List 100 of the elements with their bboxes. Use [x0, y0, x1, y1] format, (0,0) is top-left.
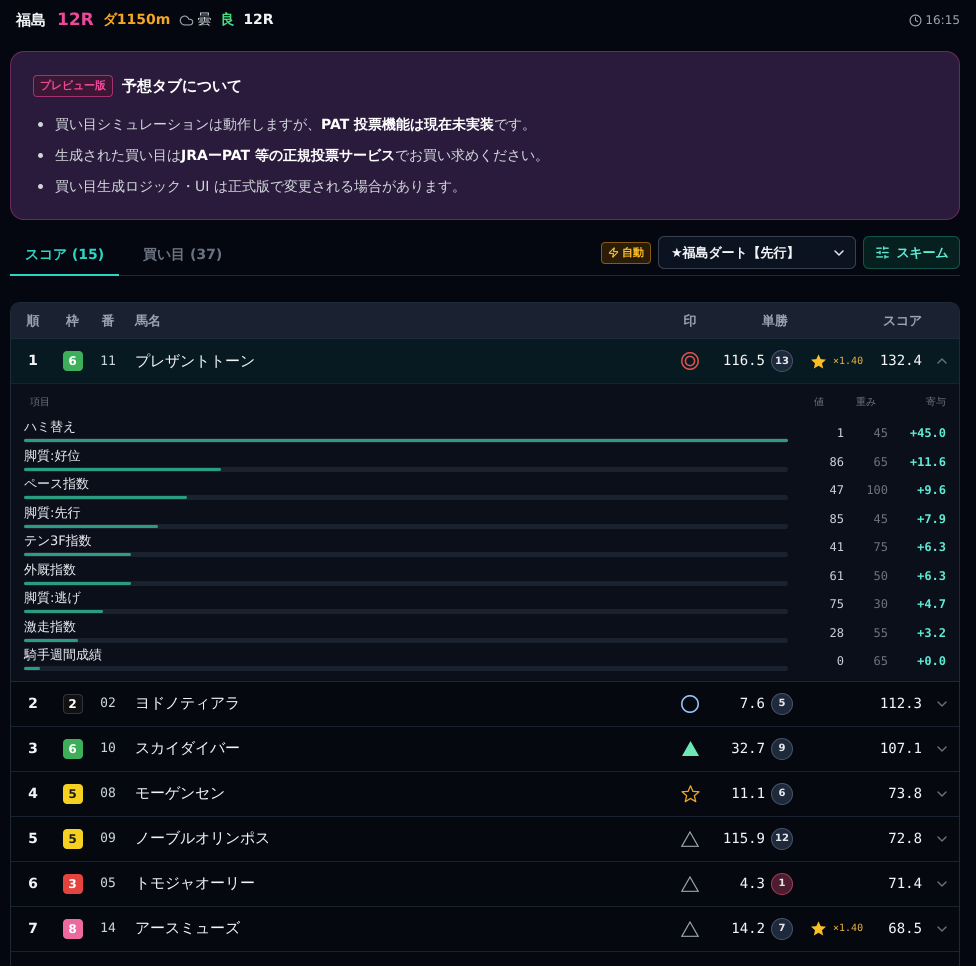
horse-number: 14	[99, 921, 117, 936]
factor-weight: 65	[872, 454, 888, 468]
clock-icon	[909, 14, 922, 26]
popularity-badge: 13	[771, 350, 793, 372]
race-number: 12R	[57, 10, 94, 30]
popularity-badge: 5	[771, 692, 793, 714]
horse-name: ノーブルオリンポス	[135, 829, 270, 848]
win-odds: 7.6	[740, 696, 765, 712]
lightning-icon	[608, 247, 619, 258]
factor-value: 0	[836, 654, 844, 668]
column-header: 番	[100, 312, 116, 330]
table-row[interactable]: 2 2 02 ヨドノティアラ 7.6 5 112.3	[11, 682, 959, 726]
frame-badge: 8	[62, 918, 82, 938]
horse-number: 11	[99, 354, 117, 368]
win-odds: 11.1	[731, 786, 765, 802]
factor-label: 激走指数	[24, 620, 77, 636]
horse-number: 10	[99, 741, 117, 756]
table-row[interactable]: 6 3 05 トモジャオーリー 4.3 1 71.4	[11, 862, 959, 906]
win-odds: 115.9	[722, 830, 765, 846]
factor-value: 61	[828, 568, 844, 582]
factor-contribution: +6.3	[916, 540, 946, 554]
horse-number: 02	[99, 696, 117, 711]
tab[interactable]: スコア (15)	[10, 236, 120, 276]
popularity-badge: 6	[771, 782, 793, 804]
rank-cell-text: 7	[27, 920, 39, 936]
horse-name: トモジャオーリー	[135, 874, 255, 893]
score-value: 73.8	[887, 786, 923, 802]
horse-name: プレザントトーン	[135, 352, 255, 370]
win-odds: 32.7	[731, 740, 765, 756]
factor-value: 41	[828, 540, 844, 554]
column-header: 枠	[64, 312, 80, 330]
factor-contribution: +11.6	[908, 454, 946, 468]
factor-weight: 30	[872, 597, 888, 611]
table-row[interactable]: 3 6 10 スカイダイバー 32.7 9 107.1	[11, 726, 959, 772]
horse-name: モーゲンセン	[135, 784, 225, 803]
table-row[interactable]: 4 5 08 モーゲンセン 11.1 6 73.8	[11, 772, 959, 816]
factor-label: 脚質:逃げ	[24, 591, 82, 607]
column-header: 値	[813, 396, 825, 409]
notice-text: 買い目シミュレーションは動作しますが、PAT 投票機能は現在未実装です。	[55, 116, 536, 134]
factor-label: 脚質:先行	[24, 506, 82, 522]
factor-value: 75	[828, 597, 844, 611]
table-row[interactable]: 1 6 11 プレザントトーン 116.5 13 ×1.40 132.4	[11, 339, 959, 384]
preset-select[interactable]: ★福島ダート【先行】	[658, 236, 856, 269]
column-header: 印	[682, 312, 698, 330]
factor-contribution: +3.2	[916, 626, 946, 640]
table-row[interactable]: 5 5 09 ノーブルオリンポス 115.9 12 72.8	[11, 816, 959, 862]
factor-weight: 45	[872, 512, 888, 526]
horse-number: 09	[99, 831, 117, 846]
score-value: 132.4	[878, 353, 923, 369]
scheme-button[interactable]: スキーム	[863, 236, 960, 269]
track-condition: 良	[220, 11, 234, 29]
score-value: 112.3	[878, 696, 923, 712]
notice-title: 予想タブについて	[122, 76, 242, 96]
column-header: 寄与	[925, 396, 946, 409]
factor-label: テン3F指数	[24, 534, 93, 550]
factor-label: 騎手週間成績	[24, 648, 103, 664]
score-value: 107.1	[878, 740, 923, 756]
factor-value: 85	[828, 512, 844, 526]
frame-badge: 6	[62, 351, 82, 371]
star-icon	[811, 921, 826, 936]
factor-label: ハミ替え	[24, 420, 77, 436]
score-value: 68.5	[887, 920, 923, 936]
tab[interactable]: 買い目 (37)	[128, 236, 238, 276]
rank-cell-text: 6	[27, 876, 39, 892]
notice-text: 買い目生成ロジック・UI は正式版で変更される場合があります。	[55, 178, 466, 196]
frame-badge: 5	[62, 828, 82, 848]
factor-weight: 55	[872, 626, 888, 640]
popularity-badge: 12	[771, 828, 793, 850]
factor-contribution: +4.7	[916, 597, 946, 611]
score-value: 71.4	[887, 876, 923, 892]
factor-value: 47	[828, 483, 844, 497]
factor-value: 86	[828, 454, 844, 468]
post-time: 16:15	[925, 13, 960, 27]
win-odds: 116.5	[722, 353, 765, 369]
horse-name: ヨドノティアラ	[135, 694, 240, 713]
bullet-icon	[38, 122, 43, 127]
factor-contribution: +0.0	[916, 654, 946, 668]
factor-label: 脚質:好位	[24, 448, 82, 464]
column-header: 単勝	[761, 312, 789, 330]
star-icon	[811, 354, 826, 368]
frame-badge: 5	[62, 784, 82, 804]
factor-contribution: +45.0	[908, 426, 946, 440]
frame-badge: 2	[62, 694, 82, 714]
rank-cell-text: 5	[27, 830, 39, 846]
popularity-badge: 7	[771, 918, 793, 940]
bullet-icon	[38, 184, 43, 189]
rank-cell-text: 2	[27, 696, 39, 712]
bonus-multiplier: ×1.40	[833, 923, 864, 934]
frame-badge: 6	[62, 738, 82, 758]
column-header: 重み	[855, 396, 877, 409]
table-row[interactable]: 7 8 14 アースミューズ 14.2 7 ×1.40 68.5	[11, 906, 959, 952]
popularity-badge: 9	[771, 738, 793, 760]
score-value: 72.8	[887, 830, 923, 846]
factor-contribution: +6.3	[916, 568, 946, 582]
factor-weight: 65	[872, 654, 888, 668]
race-label: 12R	[243, 12, 274, 28]
horse-name: アースミューズ	[135, 919, 240, 938]
factor-weight: 50	[872, 568, 888, 582]
win-odds: 4.3	[740, 876, 765, 892]
factor-label: ペース指数	[24, 477, 90, 493]
